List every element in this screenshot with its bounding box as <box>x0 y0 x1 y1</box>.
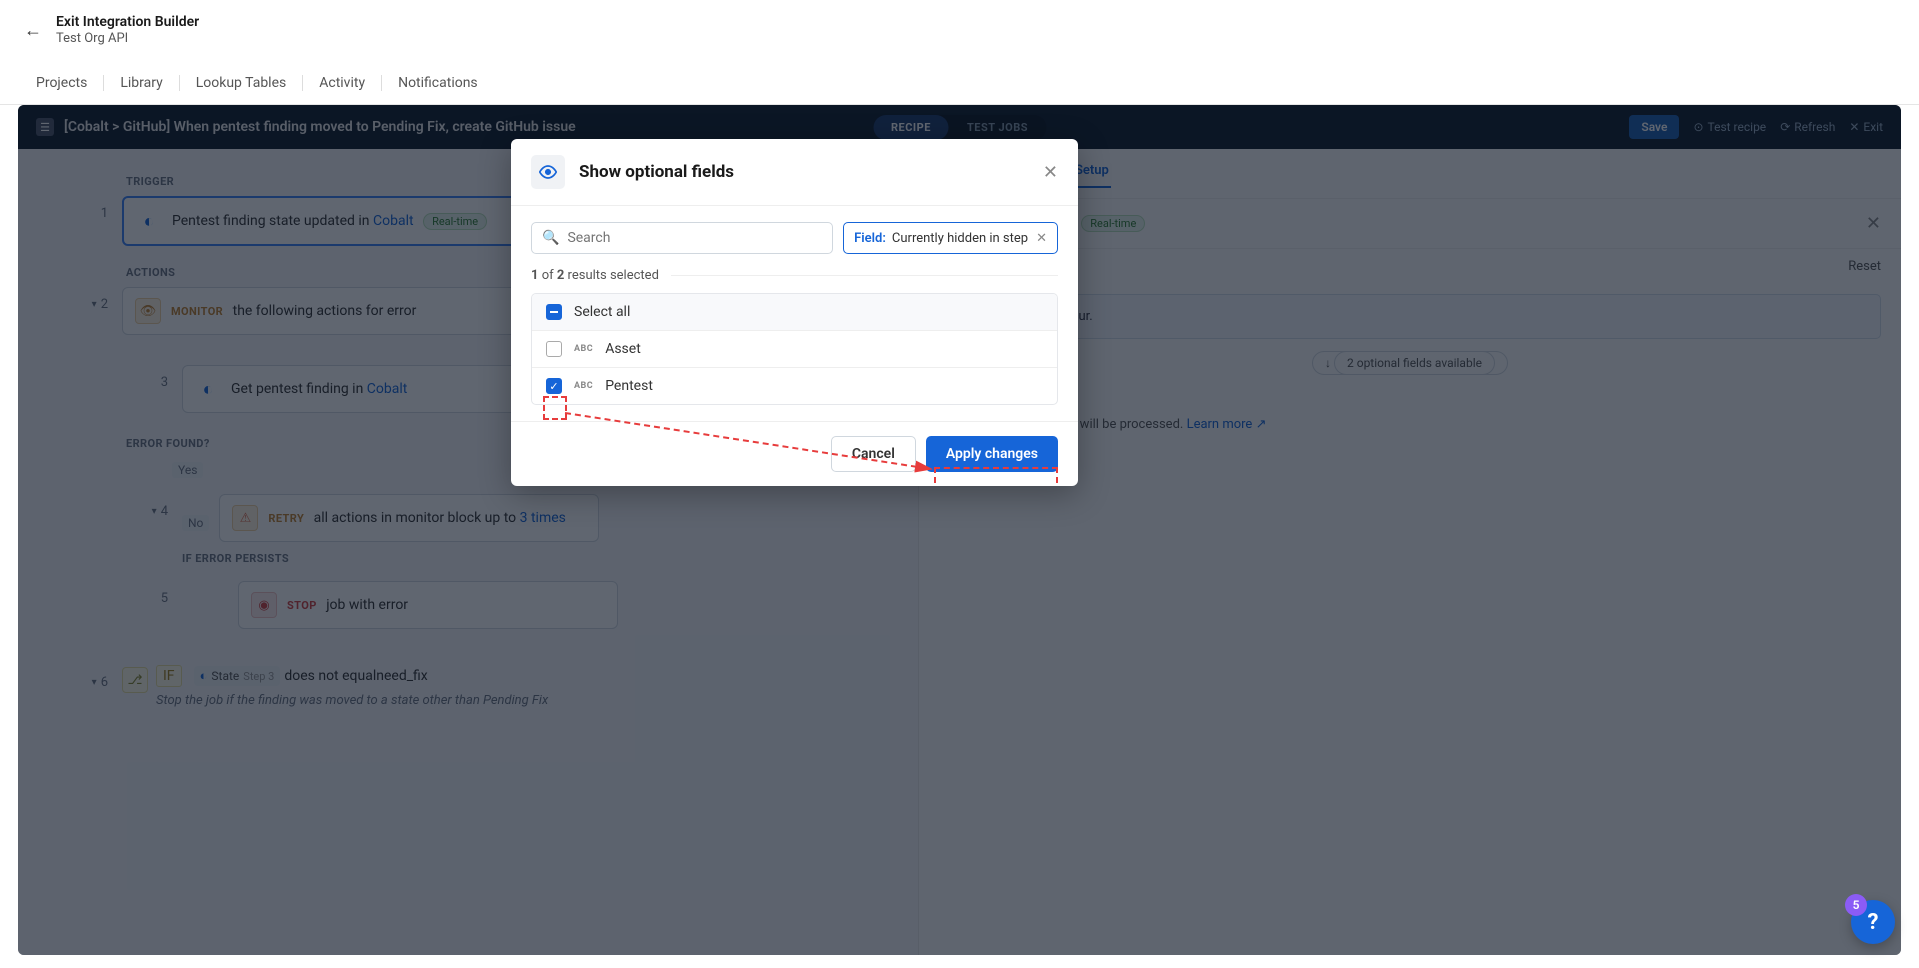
field-label: Pentest <box>605 378 653 394</box>
page-subtitle: Test Org API <box>56 31 199 46</box>
apply-changes-button[interactable]: Apply changes <box>926 436 1058 472</box>
type-tag: ABC <box>574 381 593 391</box>
nav-tabs: Projects Library Lookup Tables Activity … <box>0 61 1919 105</box>
nav-divider <box>179 75 180 91</box>
back-arrow-icon[interactable]: ← <box>24 20 42 41</box>
filter-label: Field: <box>854 231 886 246</box>
tab-library[interactable]: Library <box>108 75 174 91</box>
tab-activity[interactable]: Activity <box>307 75 377 91</box>
checkbox-checked[interactable] <box>546 378 562 394</box>
tab-notifications[interactable]: Notifications <box>386 75 490 91</box>
eye-icon <box>531 155 565 189</box>
checkbox-partial[interactable] <box>546 304 562 320</box>
cancel-button[interactable]: Cancel <box>831 436 916 472</box>
search-input-wrap[interactable]: 🔍 <box>531 222 833 254</box>
modal-body: 🔍 Field: Currently hidden in step ✕ 1 of… <box>511 206 1078 421</box>
search-input[interactable] <box>567 230 822 246</box>
help-button[interactable]: 5 ? <box>1851 900 1895 944</box>
field-row-asset[interactable]: ABC Asset <box>532 331 1057 368</box>
header-titles: Exit Integration Builder Test Org API <box>56 14 199 46</box>
field-list: Select all ABC Asset ABC Pentest <box>531 293 1058 405</box>
nav-divider <box>103 75 104 91</box>
tab-projects[interactable]: Projects <box>24 75 99 91</box>
select-all-row[interactable]: Select all <box>532 294 1057 331</box>
select-all-label: Select all <box>574 304 630 320</box>
results-summary: 1 of 2 results selected <box>531 268 1058 283</box>
field-row-pentest[interactable]: ABC Pentest <box>532 368 1057 404</box>
divider <box>671 275 1058 276</box>
tab-lookup[interactable]: Lookup Tables <box>184 75 299 91</box>
type-tag: ABC <box>574 344 593 354</box>
modal-controls: 🔍 Field: Currently hidden in step ✕ <box>531 222 1058 254</box>
page-title: Exit Integration Builder <box>56 14 199 30</box>
help-badge: 5 <box>1845 894 1867 916</box>
top-header: ← Exit Integration Builder Test Org API <box>0 0 1919 61</box>
optional-fields-modal: Show optional fields ✕ 🔍 Field: Currentl… <box>511 139 1078 486</box>
modal-footer: Cancel Apply changes <box>511 421 1078 486</box>
filter-chip[interactable]: Field: Currently hidden in step ✕ <box>843 222 1058 254</box>
nav-divider <box>381 75 382 91</box>
close-icon[interactable]: ✕ <box>1043 162 1058 183</box>
filter-value: Currently hidden in step <box>892 231 1028 246</box>
checkbox-unchecked[interactable] <box>546 341 562 357</box>
modal-title: Show optional fields <box>579 162 734 182</box>
field-label: Asset <box>605 341 641 357</box>
clear-filter-icon[interactable]: ✕ <box>1036 231 1047 246</box>
modal-header: Show optional fields ✕ <box>511 139 1078 206</box>
builder-area: ☰ [Cobalt > GitHub] When pentest finding… <box>18 105 1901 955</box>
search-icon: 🔍 <box>542 230 559 246</box>
question-icon: ? <box>1868 910 1879 935</box>
nav-divider <box>302 75 303 91</box>
